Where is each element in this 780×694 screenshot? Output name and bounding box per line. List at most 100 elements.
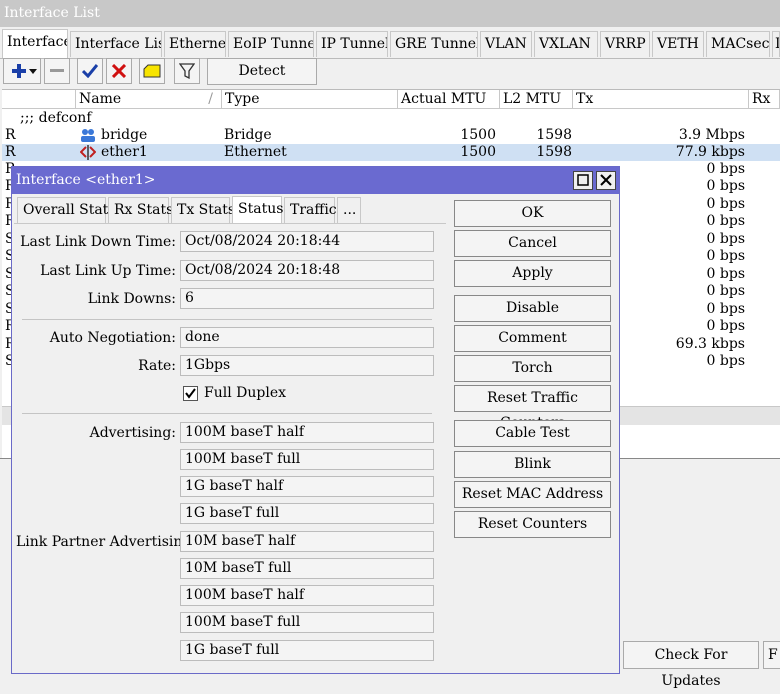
interface-tabs: Interface Interface List Ethernet EoIP T… (0, 27, 780, 59)
separator (22, 319, 432, 320)
last-link-up-field[interactable]: Oct/08/2024 20:18:48 (180, 260, 434, 281)
enable-button[interactable] (77, 58, 103, 84)
tab-interface[interactable]: Interface (2, 29, 68, 58)
row-l2mtu: 1598 (536, 144, 572, 160)
tab-ethernet[interactable]: Ethernet (164, 31, 226, 57)
note-icon (143, 64, 161, 78)
disable-button[interactable] (106, 58, 132, 84)
tab-vrrp[interactable]: VRRP (600, 31, 650, 57)
tab-tx-stats[interactable]: Tx Stats (171, 197, 235, 223)
partner-advertising-option[interactable]: 1G baseT full (180, 640, 434, 661)
partner-advertising-option[interactable]: 10M baseT full (180, 558, 434, 579)
cancel-button[interactable]: Cancel (454, 230, 611, 257)
column-header-actual-mtu[interactable]: Actual MTU (398, 90, 500, 109)
detect-internet-button[interactable]: Detect Internet (207, 58, 317, 104)
advertising-option[interactable]: 100M baseT full (180, 449, 434, 470)
dialog-title: Interface <ether1> (12, 167, 619, 194)
tab-vlan[interactable]: VLAN (480, 31, 532, 57)
tab-status[interactable]: Status (232, 196, 283, 224)
remove-button[interactable] (44, 58, 70, 84)
tab-divider (14, 223, 446, 224)
column-header-rx[interactable]: Rx (749, 90, 780, 109)
full-duplex-label: Full Duplex (204, 385, 286, 401)
tab-rx-stats[interactable]: Rx Stats (108, 197, 173, 223)
auto-negotiation-field[interactable]: done (180, 327, 434, 348)
tab-vxlan[interactable]: VXLAN (534, 31, 598, 57)
bridge-icon (81, 129, 95, 142)
row-type: Ethernet (224, 144, 287, 160)
last-link-down-label: Last Link Down Time: (20, 234, 176, 250)
row-l2mtu: 1598 (536, 127, 572, 143)
tab-eoip-tunnel[interactable]: EoIP Tunnel (228, 31, 314, 57)
interface-dialog: Interface <ether1> Overall Stats Rx Stat… (11, 166, 620, 674)
column-header-tx[interactable]: Tx (573, 90, 749, 109)
column-header-l2-mtu[interactable]: L2 MTU (500, 90, 573, 109)
blink-button[interactable]: Blink (454, 451, 611, 478)
checkmark-icon (185, 388, 196, 399)
advertising-label: Advertising: (89, 425, 176, 441)
advertising-option[interactable]: 1G baseT full (180, 503, 434, 524)
table-row-selected[interactable]: R ether1 Ethernet 1500 1598 77.9 kbps (2, 144, 780, 161)
reset-mac-address-button[interactable]: Reset MAC Address (454, 481, 611, 508)
column-header-name-label: Name (79, 91, 122, 107)
rate-field[interactable]: 1Gbps (180, 355, 434, 376)
filter-button[interactable] (174, 58, 200, 84)
tab-more[interactable]: ... (337, 197, 361, 223)
ok-button[interactable]: OK (454, 200, 611, 227)
auto-negotiation-label: Auto Negotiation: (49, 330, 176, 346)
rate-label: Rate: (138, 358, 176, 374)
tab-overall-stats[interactable]: Overall Stats (17, 197, 116, 223)
row-type: Bridge (224, 127, 272, 143)
full-duplex-checkbox[interactable] (183, 386, 198, 401)
comment-row[interactable]: ;;; defconf (2, 110, 780, 127)
row-flag: R (5, 144, 16, 160)
last-link-down-field[interactable]: Oct/08/2024 20:18:44 (180, 231, 434, 252)
link-downs-field[interactable]: 6 (180, 288, 434, 309)
partial-button[interactable]: F (763, 641, 780, 669)
partner-advertising-option[interactable]: 100M baseT full (180, 612, 434, 633)
window-title: Interface List (0, 0, 780, 27)
row-name: bridge (101, 127, 148, 143)
apply-button[interactable]: Apply (454, 260, 611, 287)
minus-icon (50, 69, 64, 72)
reset-counters-button[interactable]: Reset Counters (454, 511, 611, 538)
row-tx: 77.9 kbps (675, 144, 745, 160)
toolbar: Detect Internet (0, 58, 780, 104)
tab-macsec[interactable]: MACsec (706, 31, 770, 57)
row-mtu: 1500 (460, 144, 496, 160)
row-flag: R (5, 127, 16, 143)
close-button[interactable] (596, 171, 616, 190)
partner-advertising-option[interactable]: 10M baseT half (180, 531, 434, 552)
column-header-flags[interactable] (2, 90, 76, 109)
advertising-option[interactable]: 100M baseT half (180, 422, 434, 443)
tab-gre-tunnel[interactable]: GRE Tunnel (390, 31, 478, 57)
close-icon (600, 174, 612, 186)
advertising-option[interactable]: 1G baseT half (180, 476, 434, 497)
add-button[interactable] (3, 58, 41, 84)
row-mtu: 1500 (460, 127, 496, 143)
last-link-up-label: Last Link Up Time: (40, 263, 176, 279)
reset-traffic-counters-button[interactable]: Reset Traffic Counters (454, 385, 611, 431)
partner-advertising-option[interactable]: 100M baseT half (180, 585, 434, 606)
tab-overflow[interactable]: I (772, 31, 780, 57)
plus-icon (12, 64, 37, 78)
comment-button[interactable] (139, 58, 165, 84)
maximize-button[interactable] (573, 171, 593, 190)
checkmark-icon (82, 64, 98, 78)
table-row[interactable]: R bridge Bridge 1500 1598 3.9 Mbps (2, 127, 780, 144)
cable-test-button[interactable]: Cable Test (454, 420, 611, 447)
row-tx: 3.9 Mbps (678, 127, 745, 143)
tab-interface-list[interactable]: Interface List (70, 31, 162, 57)
tab-ip-tunnel[interactable]: IP Tunnel (316, 31, 388, 57)
column-header-type[interactable]: Type (222, 90, 398, 109)
link-partner-advertising-label: Link Partner Advertising: (16, 534, 197, 550)
tab-traffic[interactable]: Traffic (284, 197, 337, 223)
tab-veth[interactable]: VETH (652, 31, 704, 57)
disable-button[interactable]: Disable (454, 295, 611, 322)
torch-button[interactable]: Torch (454, 355, 611, 382)
column-header-name[interactable]: Name / (76, 90, 222, 109)
check-for-updates-button[interactable]: Check For Updates (623, 641, 759, 689)
cross-icon (112, 64, 126, 78)
comment-button[interactable]: Comment (454, 325, 611, 352)
sort-indicator: / (208, 91, 213, 107)
